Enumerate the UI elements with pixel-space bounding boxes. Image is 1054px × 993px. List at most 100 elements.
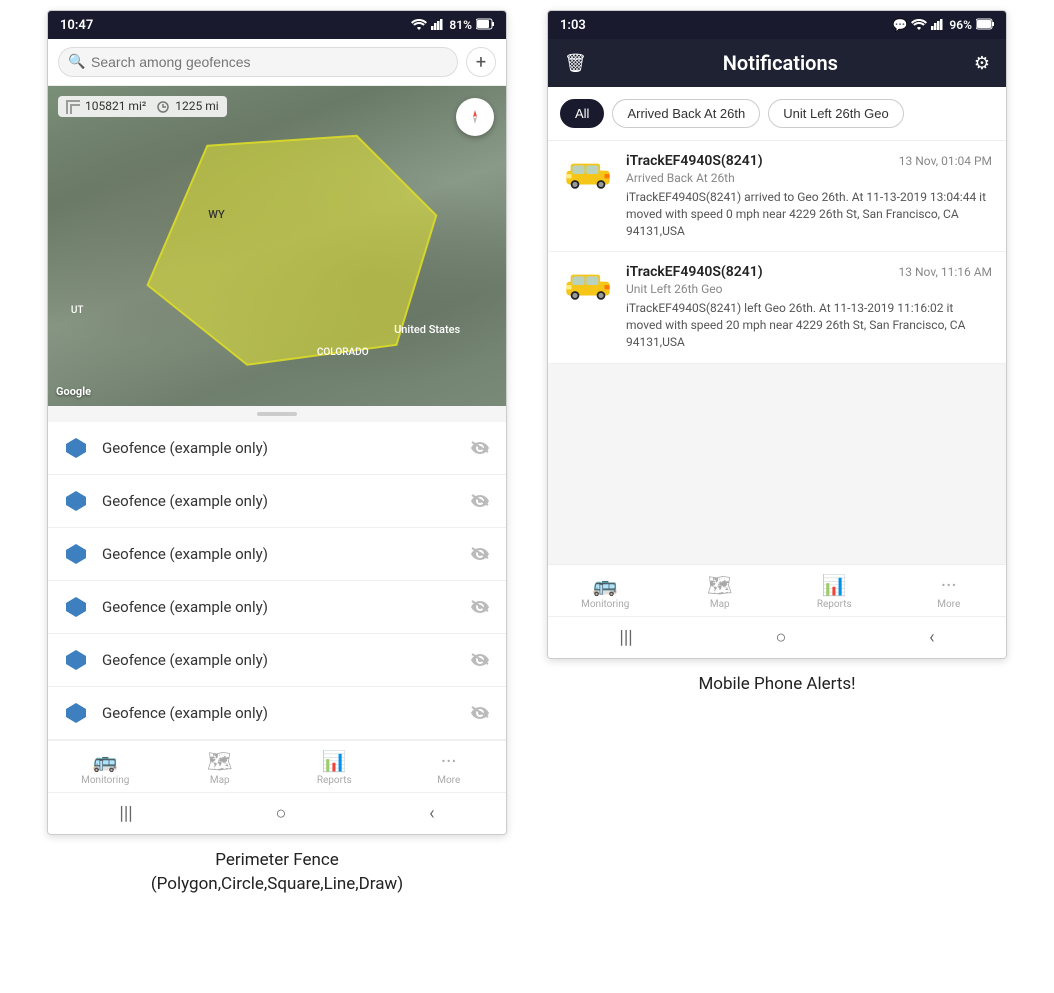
right-nav-item-map[interactable]: 🗺 Map bbox=[690, 573, 750, 610]
geofence-name: Geofence (example only) bbox=[102, 651, 456, 669]
notification-list: iTrackEF4940S(8241) 13 Nov, 01:04 PM Arr… bbox=[548, 141, 1006, 364]
geofence-icon bbox=[64, 701, 88, 725]
geofence-list: Geofence (example only) Geofence (exampl… bbox=[48, 422, 506, 740]
notifications-title: Notifications bbox=[723, 51, 838, 75]
nav-icon: 🚌 bbox=[593, 573, 618, 597]
right-android-nav: ||| ○ ‹ bbox=[548, 616, 1006, 658]
right-phone: 1:03 💬 96% 🗑 Notifications ⚙ All bbox=[547, 10, 1007, 697]
left-caption: Perimeter Fence(Polygon,Circle,Square,Li… bbox=[151, 849, 403, 897]
right-status-bar: 1:03 💬 96% bbox=[548, 11, 1006, 39]
geofence-name: Geofence (example only) bbox=[102, 704, 456, 722]
home-button[interactable]: ○ bbox=[275, 803, 286, 824]
chat-icon: 💬 bbox=[892, 18, 907, 32]
map-label-us: United States bbox=[394, 323, 460, 336]
google-logo: Google bbox=[56, 385, 91, 398]
geofence-list-item[interactable]: Geofence (example only) bbox=[48, 634, 506, 687]
notification-top-row: iTrackEF4940S(8241) 13 Nov, 11:16 AM bbox=[626, 264, 992, 280]
notification-body: iTrackEF4940S(8241) arrived to Geo 26th.… bbox=[626, 189, 992, 239]
empty-notification-area bbox=[548, 364, 1006, 564]
geofence-name: Geofence (example only) bbox=[102, 545, 456, 563]
nav-icon: ··· bbox=[941, 573, 957, 597]
geofence-name: Geofence (example only) bbox=[102, 598, 456, 616]
add-geofence-button[interactable]: + bbox=[466, 47, 496, 77]
visibility-icon[interactable] bbox=[470, 438, 490, 459]
right-caption: Mobile Phone Alerts! bbox=[698, 673, 855, 697]
right-battery-icon bbox=[976, 18, 994, 33]
search-wrapper: 🔍 bbox=[58, 47, 458, 77]
geofence-icon bbox=[64, 489, 88, 513]
left-nav-item-reports[interactable]: 📊 Reports bbox=[304, 749, 364, 786]
geofence-list-item[interactable]: Geofence (example only) bbox=[48, 475, 506, 528]
right-home-button[interactable]: ○ bbox=[775, 627, 786, 648]
right-nav-item-monitoring[interactable]: 🚌 Monitoring bbox=[575, 573, 635, 610]
compass-button[interactable] bbox=[456, 98, 494, 136]
visibility-icon[interactable] bbox=[470, 597, 490, 618]
right-back-button[interactable]: ‹ bbox=[929, 627, 934, 648]
visibility-icon[interactable] bbox=[470, 650, 490, 671]
visibility-icon[interactable] bbox=[470, 703, 490, 724]
notification-time: 13 Nov, 01:04 PM bbox=[899, 154, 992, 168]
geofence-list-item[interactable]: Geofence (example only) bbox=[48, 581, 506, 634]
nav-icon: 🗺 bbox=[207, 749, 232, 773]
notification-event: Arrived Back At 26th bbox=[626, 171, 992, 185]
right-battery: 96% bbox=[949, 18, 972, 32]
left-nav-item-map[interactable]: 🗺 Map bbox=[190, 749, 250, 786]
nav-label: Map bbox=[710, 599, 730, 610]
filter-tab-arrived-back-at-26th[interactable]: Arrived Back At 26th bbox=[612, 99, 760, 128]
scroll-indicator bbox=[48, 406, 506, 422]
recent-apps-button[interactable]: ||| bbox=[119, 803, 132, 824]
vehicle-image bbox=[562, 153, 614, 191]
geofence-list-item[interactable]: Geofence (example only) bbox=[48, 528, 506, 581]
scroll-dot bbox=[257, 412, 297, 416]
right-bottom-nav: 🚌 Monitoring 🗺 Map 📊 Reports ··· More bbox=[548, 564, 1006, 616]
geofence-name: Geofence (example only) bbox=[102, 492, 456, 510]
map-label-co: COLORADO bbox=[317, 347, 369, 358]
left-nav-item-more[interactable]: ··· More bbox=[419, 749, 479, 786]
notification-device: iTrackEF4940S(8241) bbox=[626, 153, 763, 169]
search-bar: 🔍 + bbox=[48, 39, 506, 86]
filter-tabs: All Arrived Back At 26th Unit Left 26th Ge… bbox=[548, 87, 1006, 141]
nav-label: Reports bbox=[817, 599, 852, 610]
map-area[interactable]: 105821 mi² 1225 mi WY United States COLO… bbox=[48, 86, 506, 406]
left-time: 10:47 bbox=[60, 18, 93, 33]
right-phone-screen: 1:03 💬 96% 🗑 Notifications ⚙ All bbox=[547, 10, 1007, 659]
notification-content: iTrackEF4940S(8241) 13 Nov, 11:16 AM Uni… bbox=[626, 264, 992, 350]
left-android-nav: ||| ○ ‹ bbox=[48, 792, 506, 834]
settings-button[interactable]: ⚙ bbox=[974, 53, 990, 74]
visibility-icon[interactable] bbox=[470, 491, 490, 512]
left-phone-screen: 10:47 81% 🔍 + bbox=[47, 10, 507, 835]
notification-item[interactable]: iTrackEF4940S(8241) 13 Nov, 01:04 PM Arr… bbox=[548, 141, 1006, 252]
right-nav-item-more[interactable]: ··· More bbox=[919, 573, 979, 610]
filter-tab-unit-left-26th-geo[interactable]: Unit Left 26th Geo bbox=[768, 99, 904, 128]
geofence-name: Geofence (example only) bbox=[102, 439, 456, 457]
right-time: 1:03 bbox=[560, 18, 586, 33]
geofence-list-item[interactable]: Geofence (example only) bbox=[48, 422, 506, 475]
right-recent-apps-button[interactable]: ||| bbox=[619, 627, 632, 648]
vehicle-image bbox=[562, 264, 614, 302]
left-nav-item-monitoring[interactable]: 🚌 Monitoring bbox=[75, 749, 135, 786]
nav-icon: 🚌 bbox=[93, 749, 118, 773]
search-icon: 🔍 bbox=[68, 54, 85, 70]
signal-bars-icon bbox=[431, 18, 445, 33]
notification-device: iTrackEF4940S(8241) bbox=[626, 264, 763, 280]
search-input[interactable] bbox=[58, 47, 458, 77]
right-nav-item-reports[interactable]: 📊 Reports bbox=[804, 573, 864, 610]
notification-top-row: iTrackEF4940S(8241) 13 Nov, 01:04 PM bbox=[626, 153, 992, 169]
notification-content: iTrackEF4940S(8241) 13 Nov, 01:04 PM Arr… bbox=[626, 153, 992, 239]
left-status-icons: 81% bbox=[411, 18, 494, 33]
notifications-header: 🗑 Notifications ⚙ bbox=[548, 39, 1006, 87]
back-button[interactable]: ‹ bbox=[429, 803, 434, 824]
notification-item[interactable]: iTrackEF4940S(8241) 13 Nov, 11:16 AM Uni… bbox=[548, 252, 1006, 363]
delete-button[interactable]: 🗑 bbox=[564, 53, 587, 74]
geofence-list-item[interactable]: Geofence (example only) bbox=[48, 687, 506, 740]
wifi-icon bbox=[411, 18, 427, 33]
nav-icon: 🗺 bbox=[707, 573, 732, 597]
left-bottom-nav: 🚌 Monitoring 🗺 Map 📊 Reports ··· More bbox=[48, 740, 506, 792]
visibility-icon[interactable] bbox=[470, 544, 490, 565]
filter-tab-all[interactable]: All bbox=[560, 99, 604, 128]
map-label-ut: UT bbox=[71, 305, 84, 316]
geofence-icon bbox=[64, 542, 88, 566]
nav-label: More bbox=[437, 775, 460, 786]
nav-icon: 📊 bbox=[322, 749, 347, 773]
geofence-icon bbox=[64, 436, 88, 460]
